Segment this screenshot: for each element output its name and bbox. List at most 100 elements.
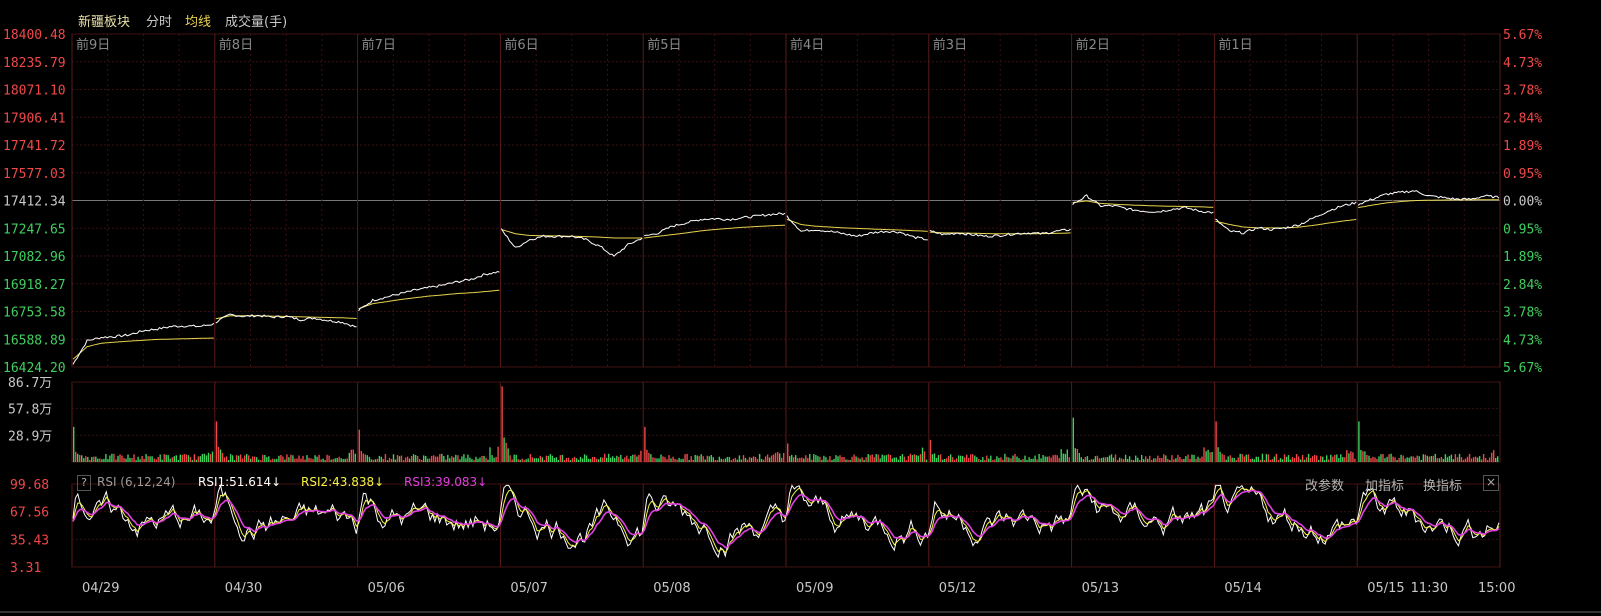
volume-bar: [1299, 459, 1302, 462]
volume-bar: [945, 458, 948, 462]
help-icon[interactable]: ?: [77, 475, 91, 491]
volume-bar: [294, 458, 296, 462]
volume-bar: [1495, 457, 1497, 462]
volume-bar: [1046, 456, 1048, 462]
volume-bar: [169, 458, 171, 462]
volume-bar: [674, 458, 676, 462]
volume-bar: [1120, 458, 1123, 462]
volume-bar: [947, 456, 950, 462]
volume-bar: [1271, 459, 1274, 462]
volume-bar: [1396, 460, 1398, 462]
volume-bar: [463, 454, 465, 462]
pct-tick-label: 5.67%: [1503, 361, 1542, 376]
volume-bar: [865, 457, 867, 462]
volume-bar: [89, 459, 91, 462]
volume-bar: [839, 455, 841, 462]
volume-bar: [1052, 455, 1054, 462]
volume-bar: [1062, 453, 1064, 462]
volume-bar: [1426, 455, 1428, 462]
volume-bar: [690, 456, 692, 462]
volume-bar: [473, 459, 475, 462]
volume-bar: [666, 459, 668, 462]
volume-bar: [726, 456, 729, 462]
close-icon[interactable]: ×: [1483, 475, 1499, 491]
volume-bar: [664, 457, 666, 462]
volume-bar: [527, 458, 529, 462]
volume-bar: [503, 437, 505, 462]
volume-bar: [1225, 459, 1227, 462]
volume-bar: [1235, 460, 1237, 462]
volume-bar: [99, 458, 101, 462]
volume-bar: [471, 458, 473, 462]
volume-bar: [1080, 457, 1082, 462]
volume-bar: [1285, 456, 1288, 462]
volume-bar: [453, 457, 455, 462]
volume-bar: [682, 458, 684, 462]
volume-bar: [443, 456, 445, 462]
volume-bar: [1497, 456, 1499, 462]
volume-bar: [539, 455, 541, 462]
volume-bar: [559, 455, 562, 462]
volume-bar: [1348, 453, 1350, 462]
volume-bar: [939, 454, 942, 462]
volume-bar: [1020, 459, 1022, 462]
volume-bar: [935, 457, 938, 462]
volume-bar: [1408, 457, 1410, 462]
volume-bar: [1464, 458, 1467, 462]
volume-bar: [873, 457, 875, 462]
volume-bar: [1334, 455, 1336, 462]
volume-bar: [593, 456, 596, 462]
day-label: 前3日: [933, 37, 967, 53]
volume-bar: [165, 454, 167, 462]
volume-bar: [573, 456, 576, 462]
volume-bar: [903, 456, 906, 462]
volume-bar: [694, 454, 696, 462]
volume-bar: [831, 460, 833, 462]
volume-bar: [718, 456, 720, 462]
volume-bar: [1126, 458, 1129, 462]
volume-bar: [435, 456, 437, 462]
volume-bar: [1340, 454, 1342, 462]
volume-bar: [787, 443, 789, 462]
volume-bar: [523, 460, 525, 462]
volume-bar: [835, 455, 837, 462]
switch-indicator-button[interactable]: 换指标: [1423, 475, 1462, 494]
volume-bar: [1346, 450, 1348, 462]
volume-bar: [262, 454, 264, 462]
volume-bar: [431, 455, 433, 462]
volume-bar: [346, 458, 348, 462]
volume-bar: [338, 456, 340, 462]
volume-bar: [219, 449, 222, 462]
rsi1-value: RSI1:51.614↓: [198, 475, 282, 489]
volume-bar: [507, 448, 509, 462]
volume-bar: [1330, 454, 1332, 462]
volume-bar: [201, 453, 204, 462]
volume-bar: [1454, 454, 1457, 462]
change-params-button[interactable]: 改参数: [1305, 475, 1344, 494]
price-tick-label: 16753.58: [3, 306, 66, 321]
volume-bar: [1086, 456, 1089, 462]
volume-bar: [1185, 456, 1187, 462]
volume-bar: [1448, 456, 1451, 462]
rsi-tick-label: 3.31: [10, 561, 41, 576]
volume-bar: [1460, 457, 1463, 462]
volume-bar: [105, 454, 107, 462]
volume-bar: [1060, 449, 1062, 462]
volume-bar: [553, 457, 556, 462]
volume-bar: [270, 459, 272, 462]
volume-bar: [768, 457, 771, 462]
volume-bar: [626, 455, 628, 462]
add-indicator-button[interactable]: 加指标: [1365, 475, 1404, 494]
volume-bar: [1289, 459, 1292, 462]
volume-bar: [1229, 455, 1231, 462]
volume-bar: [1424, 454, 1426, 462]
price-tick-label: 16918.27: [3, 278, 66, 293]
volume-bar: [1223, 455, 1225, 462]
volume-bar: [630, 456, 632, 462]
volume-bar: [1036, 459, 1038, 462]
volume-bar: [807, 457, 809, 462]
volume-bar: [322, 458, 324, 462]
volume-bar: [1493, 450, 1495, 462]
volume-bar: [1100, 458, 1103, 462]
volume-bar: [260, 460, 262, 462]
